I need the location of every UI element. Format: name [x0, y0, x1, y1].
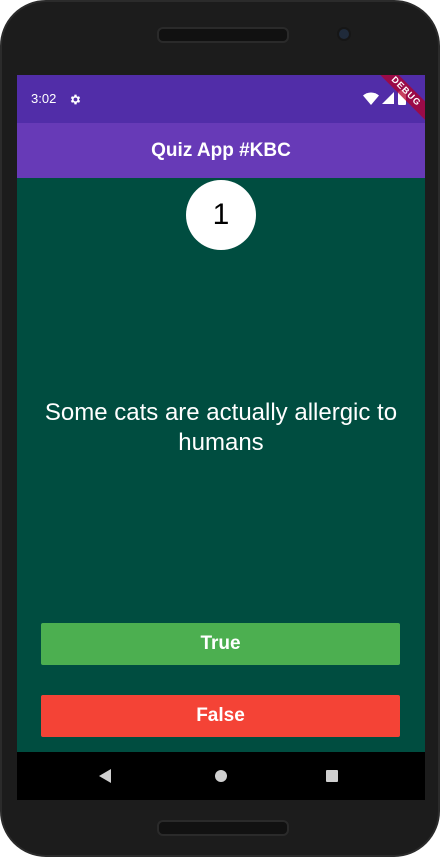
navigation-bar — [17, 752, 425, 800]
app-bar: Quiz App #KBC — [17, 123, 425, 178]
question-number: 1 — [212, 198, 230, 231]
settings-icon — [70, 94, 81, 105]
home-icon[interactable] — [215, 770, 227, 782]
front-camera — [339, 29, 349, 39]
wifi-icon — [363, 92, 379, 105]
recent-apps-icon[interactable] — [326, 770, 338, 782]
app-screen: 3:02 DEBUG Quiz App #KBC 1 Some cats are… — [17, 75, 425, 752]
app-title: Quiz App #KBC — [151, 139, 291, 161]
true-button[interactable]: True — [41, 623, 400, 665]
phone-frame: 3:02 DEBUG Quiz App #KBC 1 Some cats are… — [0, 0, 440, 857]
question-number-badge: 1 — [186, 180, 256, 250]
status-time: 3:02 — [31, 91, 57, 106]
earpiece-speaker — [157, 27, 289, 43]
question-text: Some cats are actually allergic to human… — [44, 399, 398, 456]
false-button-label: False — [196, 705, 245, 726]
back-icon[interactable] — [99, 769, 111, 783]
true-button-label: True — [200, 633, 241, 654]
false-button[interactable]: False — [41, 695, 400, 737]
signal-icon — [382, 92, 394, 104]
bottom-speaker — [157, 820, 289, 836]
status-bar: 3:02 DEBUG — [17, 75, 425, 128]
